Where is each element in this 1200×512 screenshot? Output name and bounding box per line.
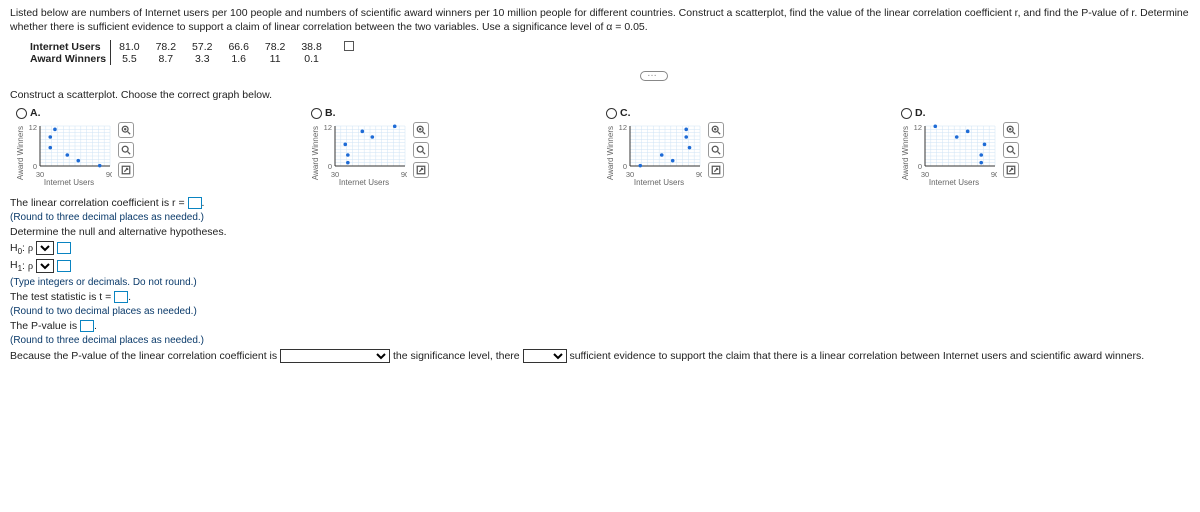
option-d: D. Award Winners 30 90 0 12 Internet Users: [895, 105, 1190, 188]
svg-text:90: 90: [696, 170, 702, 178]
row-label-internet: Internet Users: [22, 40, 111, 53]
conclusion-c: sufficient evidence to support the claim…: [569, 350, 1144, 362]
svg-text:0: 0: [328, 162, 332, 171]
zoom-in-icon[interactable]: [118, 122, 134, 138]
zoom-reset-icon[interactable]: [1003, 142, 1019, 158]
r-label: The linear correlation coefficient is r …: [10, 197, 185, 209]
y-axis-title: Award Winners: [606, 126, 615, 180]
svg-text:30: 30: [36, 170, 44, 178]
zoom-in-icon[interactable]: [1003, 122, 1019, 138]
svg-text:12: 12: [324, 123, 332, 132]
h1-sym: H1: [10, 259, 22, 271]
cell: 1.6: [220, 53, 256, 65]
zoom-reset-icon[interactable]: [708, 142, 724, 158]
r-input[interactable]: [188, 197, 202, 209]
radio-c[interactable]: [606, 108, 617, 119]
hyp-prompt: Determine the null and alternative hypot…: [10, 226, 1190, 238]
cell: 81.0: [111, 40, 148, 53]
isisnot-select[interactable]: [523, 349, 567, 363]
cell: 38.8: [293, 40, 329, 53]
zoom-in-icon[interactable]: [413, 122, 429, 138]
more-indicator[interactable]: [640, 71, 668, 81]
option-c: C. Award Winners 30 90 0 12 Internet Users: [600, 105, 895, 188]
row-label-awards: Award Winners: [22, 53, 111, 65]
option-a-label: A.: [30, 108, 41, 120]
hyp-hint: (Type integers or decimals. Do not round…: [10, 277, 1190, 288]
copy-cell[interactable]: [330, 40, 362, 53]
cell: 78.2: [257, 40, 293, 53]
radio-b[interactable]: [311, 108, 322, 119]
y-axis-title: Award Winners: [901, 126, 910, 180]
r-hint: (Round to three decimal places as needed…: [10, 212, 1190, 223]
conclusion-b: the significance level, there: [393, 350, 520, 362]
h1-value-input[interactable]: [57, 260, 71, 272]
options-row: A. Award Winners 3090012 Internet Users …: [10, 105, 1190, 188]
rho-sym: ρ: [28, 243, 33, 254]
chart-d: 30 90 0 12: [911, 122, 997, 178]
cell: 5.5: [111, 53, 148, 65]
problem-intro: Listed below are numbers of Internet use…: [10, 7, 1189, 33]
zoom-in-icon[interactable]: [708, 122, 724, 138]
cell: 66.6: [220, 40, 256, 53]
expand-icon[interactable]: [1003, 162, 1019, 178]
zoom-reset-icon[interactable]: [413, 142, 429, 158]
h0-sym: H0: [10, 242, 22, 254]
conclusion-a: Because the P-value of the linear correl…: [10, 350, 277, 362]
svg-text:30: 30: [626, 170, 634, 178]
expand-icon[interactable]: [413, 162, 429, 178]
h0-value-input[interactable]: [57, 242, 71, 254]
option-c-label: C.: [620, 108, 631, 120]
p-input[interactable]: [80, 320, 94, 332]
cell: 57.2: [184, 40, 220, 53]
chart-a: 30 90 0 12: [26, 122, 112, 178]
scatter-prompt: Construct a scatterplot. Choose the corr…: [10, 89, 1190, 101]
cell: 78.2: [148, 40, 184, 53]
chart-b: 30 90 0 12: [321, 122, 407, 178]
p-label: The P-value is: [10, 320, 77, 332]
data-table: Internet Users 81.0 78.2 57.2 66.6 78.2 …: [22, 40, 362, 65]
h0-operator-select[interactable]: ▼: [36, 241, 54, 255]
chart-c: 30 90 0 12: [616, 122, 702, 178]
option-a: A. Award Winners 30 90 0 12 Internet Users: [10, 105, 305, 188]
t-label: The test statistic is t =: [10, 291, 111, 303]
option-b: B. Award Winners 30 90 0 12 Internet Users: [305, 105, 600, 188]
x-axis-title: Internet Users: [616, 178, 702, 187]
svg-text:90: 90: [991, 170, 997, 178]
problem-statement: Listed below are numbers of Internet use…: [10, 6, 1190, 34]
cell: 8.7: [148, 53, 184, 65]
copy-icon: [344, 41, 354, 51]
svg-text:12: 12: [29, 123, 37, 132]
cell: 0.1: [293, 53, 329, 65]
x-axis-title: Internet Users: [26, 178, 112, 187]
svg-text:12: 12: [619, 123, 627, 132]
rho-sym: ρ: [28, 260, 33, 271]
svg-text:12: 12: [914, 123, 922, 132]
option-d-label: D.: [915, 108, 926, 120]
svg-text:30: 30: [331, 170, 339, 178]
x-axis-title: Internet Users: [321, 178, 407, 187]
cell: 3.3: [184, 53, 220, 65]
x-axis-title: Internet Users: [911, 178, 997, 187]
svg-text:30: 30: [921, 170, 929, 178]
expand-icon[interactable]: [118, 162, 134, 178]
t-input[interactable]: [114, 291, 128, 303]
svg-text:90: 90: [106, 170, 112, 178]
radio-a[interactable]: [16, 108, 27, 119]
svg-text:90: 90: [401, 170, 407, 178]
radio-d[interactable]: [901, 108, 912, 119]
expand-icon[interactable]: [708, 162, 724, 178]
y-axis-title: Award Winners: [16, 126, 25, 180]
zoom-reset-icon[interactable]: [118, 142, 134, 158]
svg-text:0: 0: [623, 162, 627, 171]
option-b-label: B.: [325, 108, 336, 120]
y-axis-title: Award Winners: [311, 126, 320, 180]
compare-select[interactable]: [280, 349, 390, 363]
p-hint: (Round to three decimal places as needed…: [10, 335, 1190, 346]
t-hint: (Round to two decimal places as needed.): [10, 306, 1190, 317]
h1-operator-select[interactable]: ▼: [36, 259, 54, 273]
svg-text:0: 0: [918, 162, 922, 171]
fillins: The linear correlation coefficient is r …: [10, 197, 1190, 363]
svg-text:0: 0: [33, 162, 37, 171]
cell: 11: [257, 53, 293, 65]
